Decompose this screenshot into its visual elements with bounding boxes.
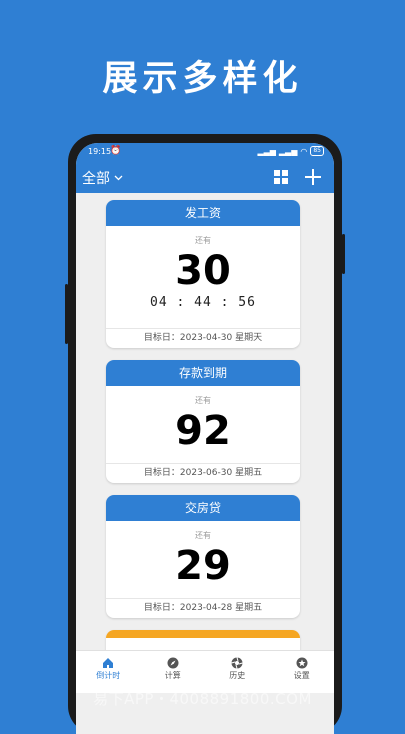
nav-calculate[interactable]: 计算: [141, 651, 206, 693]
promo-headline: 展示多样化: [102, 59, 303, 99]
app-bar: 全部: [76, 161, 334, 193]
nav-countdown[interactable]: 倒计时: [76, 651, 141, 693]
compass-icon: [167, 657, 179, 668]
card-title: 存款到期: [106, 360, 300, 386]
countdown-card[interactable]: 发工资 还有 30 04 : 44 : 56 目标日：2023-04-30 星期…: [106, 200, 300, 348]
remaining-label: 还有: [195, 531, 211, 540]
bottom-nav: 倒计时 计算 历史 设置: [76, 650, 334, 693]
target-date: 目标日：2023-04-30 星期天: [106, 328, 300, 348]
countdown-list[interactable]: 发工资 还有 30 04 : 44 : 56 目标日：2023-04-30 星期…: [76, 193, 334, 650]
home-icon: [103, 657, 114, 668]
filter-dropdown[interactable]: 全部: [82, 168, 123, 188]
remaining-label: 还有: [195, 396, 211, 405]
wifi-icon: ◠: [300, 146, 308, 156]
phone-screen: 19:15 ⏰ ▂▃▅ ▂▃▅ ◠ 85 全部 发工资 还有 30 04: 4…: [76, 143, 334, 734]
alarm-icon: ⏰: [110, 146, 122, 156]
battery-icon: 85: [310, 146, 324, 156]
nav-label: 设置: [293, 671, 310, 680]
days-count: 29: [175, 543, 231, 589]
status-icons: ▂▃▅ ▂▃▅ ◠ 85: [257, 146, 324, 156]
remaining-label: 还有: [195, 236, 211, 245]
nav-history[interactable]: 历史: [205, 651, 270, 693]
phone-side-button: [65, 284, 68, 344]
nav-label: 计算: [164, 671, 181, 680]
countdown-timer: 04 : 44 : 56: [150, 295, 256, 310]
card-title: 交房贷: [106, 495, 300, 521]
card-title-bar: [106, 630, 300, 638]
chevron-down-icon: [114, 175, 123, 181]
signal2-icon: ▂▃▅: [278, 146, 298, 156]
filter-label: 全部: [82, 171, 110, 187]
target-date: 目标日：2023-04-28 星期五: [106, 598, 300, 618]
card-title: 发工资: [106, 200, 300, 226]
target-date: 目标日：2023-06-30 星期五: [106, 463, 300, 483]
phone-volume-button: [342, 234, 345, 274]
countdown-card[interactable]: 交房贷 还有 29 目标日：2023-04-28 星期五: [106, 495, 300, 618]
nav-settings[interactable]: 设置: [270, 651, 335, 693]
nav-label: 历史: [229, 671, 246, 680]
watermark: 易下APP・4008891800.COM: [93, 690, 312, 708]
status-time: 19:15: [88, 147, 112, 156]
days-count: 92: [175, 408, 231, 454]
countdown-card[interactable]: 存款到期 还有 92 目标日：2023-06-30 星期五: [106, 360, 300, 483]
nav-label: 倒计时: [96, 671, 121, 680]
status-bar: 19:15 ⏰ ▂▃▅ ▂▃▅ ◠ 85: [76, 143, 334, 161]
days-count: 30: [175, 248, 231, 294]
phone-frame: 19:15 ⏰ ▂▃▅ ▂▃▅ ◠ 85 全部 发工资 还有 30 04: 4…: [65, 134, 345, 734]
signal-icon: ▂▃▅: [257, 146, 276, 156]
plus-icon: [305, 169, 321, 185]
star-icon: [296, 657, 308, 668]
add-button[interactable]: [304, 163, 322, 190]
grid-view-icon[interactable]: [274, 170, 288, 184]
aperture-icon: [231, 656, 243, 669]
countdown-card-partial[interactable]: [106, 630, 300, 650]
